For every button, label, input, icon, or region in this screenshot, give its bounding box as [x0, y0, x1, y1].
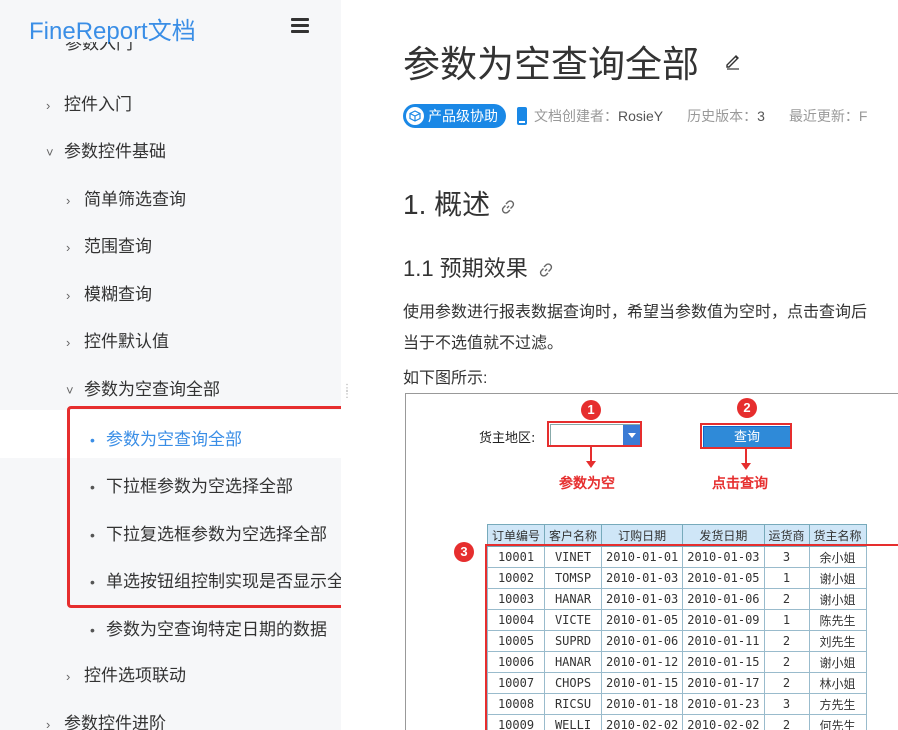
cube-icon — [406, 107, 424, 125]
sidebar-item-label: 参数控件基础 — [64, 142, 166, 161]
page-title: 参数为空查询全部 — [403, 44, 699, 85]
chevron-right-icon: › — [66, 240, 71, 255]
red-highlight-box — [67, 406, 341, 608]
doc-meta: 产品级协助 文档创建者： RosieY 历史版本： 3 最近更新：F — [403, 104, 868, 128]
step-badge-1: 1 — [581, 400, 601, 420]
sidebar-item-param-advanced[interactable]: › 参数控件进阶 — [46, 709, 166, 730]
sidebar-item-default-value[interactable]: › 控件默认值 — [66, 327, 169, 352]
brand-logo[interactable]: FineReport文档 — [29, 11, 196, 46]
menu-icon[interactable] — [291, 18, 309, 34]
arrow-down-icon — [586, 446, 596, 468]
history-count[interactable]: 3 — [757, 108, 765, 124]
heading-text: 1.1 预期效果 — [403, 256, 528, 281]
updated-label: 最近更新：F — [788, 108, 868, 124]
main-content: 参数为空查询全部 产品级协助 文档创建者： RosieY 历史版本： 3 最近更… — [341, 0, 898, 730]
link-icon[interactable] — [538, 262, 554, 278]
chevron-right-icon: › — [46, 717, 51, 730]
chevron-right-icon: › — [66, 288, 71, 303]
sidebar-item-option-linkage[interactable]: › 控件选项联动 — [66, 661, 186, 686]
sidebar-item-label: 简单筛选查询 — [84, 190, 186, 209]
sidebar-item-controls-intro[interactable]: › 控件入门 — [46, 90, 132, 115]
note-click-query: 点击查询 — [712, 476, 768, 492]
table-red-outline — [485, 544, 898, 730]
region-label: 货主地区: — [479, 431, 536, 446]
paragraph-line-1: 使用参数进行报表数据查询时，希望当参数值为空时，点击查询后 — [403, 304, 868, 321]
chevron-down-icon: ˅ — [66, 383, 74, 398]
sidebar-item-empty-param-date[interactable]: 参数为空查询特定日期的数据 — [90, 615, 327, 640]
product-support-badge[interactable]: 产品级协助 — [403, 104, 506, 128]
section-heading-overview: 1. 概述 — [403, 183, 516, 223]
sidebar-item-range-query[interactable]: › 范围查询 — [66, 232, 152, 257]
sidebar-item-label: 范围查询 — [84, 237, 152, 256]
creator-name[interactable]: RosieY — [618, 108, 663, 124]
example-figure: 货主地区: 1 查询 2 参数为空 点击查询 3 订单编号 客户名称 订购日期 发货日… — [405, 393, 898, 730]
chevron-right-icon: › — [66, 669, 71, 684]
query-red-outline — [700, 423, 792, 449]
arrow-down-icon — [741, 448, 751, 470]
creator-label: 文档创建者： — [534, 108, 618, 124]
sidebar-item-empty-param-group[interactable]: ˅ 参数为空查询全部 — [66, 375, 220, 400]
sidebar-item-param-basics[interactable]: ˅ 参数控件基础 — [46, 137, 166, 162]
sidebar-item-simple-filter[interactable]: › 简单筛选查询 — [66, 185, 186, 210]
sidebar: FineReport文档 参数入门 › 控件入门 ˅ 参数控件基础 › 简单筛选查询 … — [0, 0, 341, 730]
note-empty-param: 参数为空 — [559, 476, 615, 492]
section-heading-expected: 1.1 预期效果 — [403, 251, 554, 283]
sidebar-item-label: 参数控件进阶 — [64, 714, 166, 730]
sidebar-item-label: 控件默认值 — [84, 332, 169, 351]
sidebar-item-label: 控件选项联动 — [84, 666, 186, 685]
heading-text: 1. 概述 — [403, 189, 491, 220]
paragraph-line-2: 当于不选值就不过滤。 — [403, 335, 564, 352]
step-badge-2: 2 — [737, 398, 757, 418]
link-icon[interactable] — [500, 199, 516, 215]
figure-param-panel: 货主地区: 1 查询 2 参数为空 点击查询 — [406, 394, 898, 494]
sidebar-item-cut[interactable]: 参数入门 — [65, 42, 133, 60]
chevron-right-icon: › — [66, 335, 71, 350]
sidebar-item-fuzzy-query[interactable]: › 模糊查询 — [66, 280, 152, 305]
edit-icon[interactable] — [724, 52, 742, 70]
chevron-right-icon: › — [66, 193, 71, 208]
chevron-right-icon: › — [46, 98, 51, 113]
mobile-icon[interactable] — [516, 106, 528, 126]
sidebar-item-label: 模糊查询 — [84, 285, 152, 304]
sidebar-item-label: 控件入门 — [64, 95, 132, 114]
badge-label: 产品级协助 — [428, 108, 498, 124]
history-label: 历史版本： — [687, 108, 758, 124]
sidebar-item-label: 参数为空查询全部 — [84, 380, 220, 399]
chevron-down-icon: ˅ — [46, 145, 54, 160]
paragraph-line-3: 如下图所示: — [403, 370, 488, 387]
combo-red-outline — [547, 421, 642, 447]
step-badge-3: 3 — [454, 542, 474, 562]
